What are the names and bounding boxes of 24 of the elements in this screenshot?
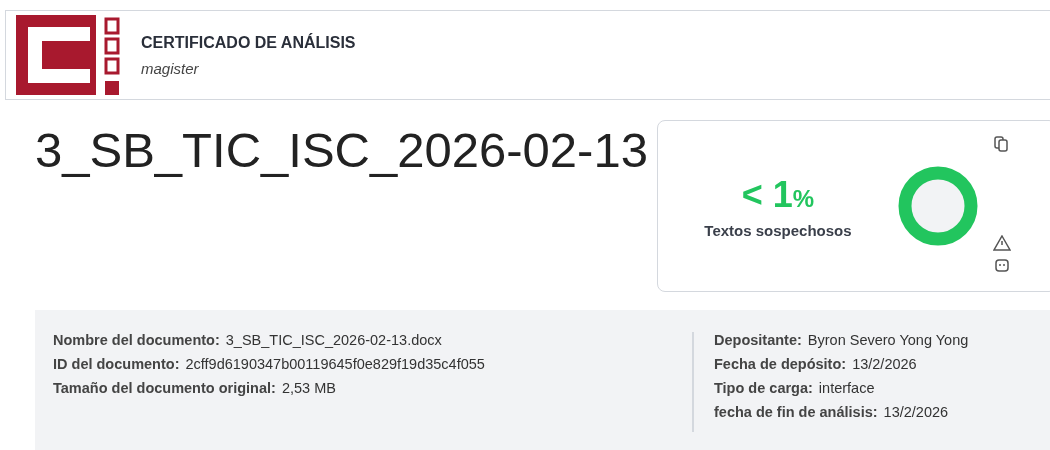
certificate-title: CERTIFICADO DE ANÁLISIS — [141, 33, 356, 52]
field-value: 3_SB_TIC_ISC_2026-02-13.docx — [225, 332, 442, 348]
certificate-subtitle: magister — [141, 59, 200, 77]
document-title: 3_SB_TIC_ISC_2026-02-13 — [35, 122, 648, 178]
logo-icon — [16, 15, 121, 95]
field-value: 13/2/2026 — [883, 404, 949, 420]
field-label: Nombre del documento: — [53, 332, 220, 348]
warning-icon — [993, 235, 1011, 251]
field-label: fecha de fin de análisis: — [714, 404, 878, 420]
field-label: Fecha de depósito: — [714, 356, 847, 372]
field-label: Tamaño del documento original: — [53, 380, 276, 396]
donut-ring-icon — [898, 166, 978, 246]
robot-icon — [993, 257, 1011, 273]
field-label: Tipo de carga: — [714, 380, 813, 396]
field-label: Depositante: — [714, 332, 802, 348]
field-label: ID del documento: — [53, 356, 180, 372]
score-value: < 1% — [741, 173, 815, 216]
field-value: 2,53 MB — [281, 380, 336, 396]
copy-icon — [993, 135, 1011, 153]
score-label: Textos sospechosos — [704, 221, 852, 239]
field-value: interface — [818, 380, 875, 396]
field-value: 13/2/2026 — [852, 356, 917, 372]
field-value: Byron Severo Yong Yong — [807, 332, 969, 348]
field-value: 2cff9d6190347b00119645f0e829f19d35c4f055 — [185, 356, 485, 372]
